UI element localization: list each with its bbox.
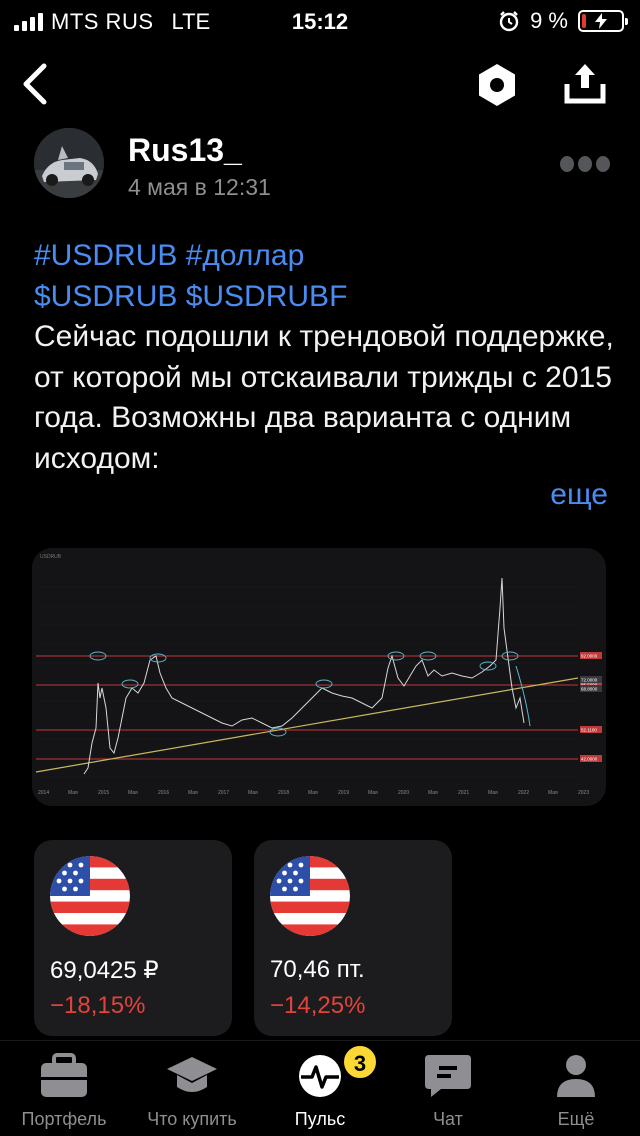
x-axis-label: 2022	[518, 790, 529, 796]
x-axis-label: 2016	[158, 790, 169, 796]
price-tag-text: 68.8000	[581, 687, 598, 692]
battery-fill	[582, 14, 586, 28]
post-tags-line2[interactable]: $USDRUB $USDRUBF	[34, 277, 614, 318]
chat-icon	[425, 1055, 471, 1097]
x-axis-label: 2020	[398, 790, 409, 796]
tab-label: Портфель	[21, 1109, 107, 1129]
dot-icon	[596, 156, 610, 172]
post-body: Сейчас подошли к трендовой поддержке, от…	[34, 320, 614, 475]
ticker-change: −18,15%	[50, 992, 146, 1019]
x-axis-label: Мая	[128, 790, 138, 796]
x-axis-label: 2015	[98, 790, 109, 796]
dot-icon	[560, 156, 574, 172]
alarm-icon	[499, 11, 519, 32]
back-button[interactable]	[18, 60, 58, 108]
ticker-change: −14,25%	[270, 992, 366, 1019]
x-axis-label: Мая	[368, 790, 378, 796]
post-tags-line1[interactable]: #USDRUB #доллар	[34, 236, 614, 277]
x-axis-label: 2018	[278, 790, 289, 796]
graduation-cap-icon	[167, 1057, 217, 1092]
tab-portfolio[interactable]: Портфель	[0, 1041, 128, 1136]
us-flag-icon	[50, 856, 130, 936]
x-axis-label: Мая	[428, 790, 438, 796]
tab-bar: Портфель Что купить Пульс Чат Ещё	[0, 1040, 640, 1136]
ticker-price: 69,0425 ₽	[50, 957, 159, 984]
author-name[interactable]: Rus13_	[128, 132, 242, 169]
dot-icon	[578, 156, 592, 172]
x-axis-label: 2014	[38, 790, 49, 796]
price-tag-text: 72.0000	[581, 678, 598, 683]
x-axis-label: Мая	[188, 790, 198, 796]
post-chart-image[interactable]: 92.000085.500072.000068.800052.110042.00…	[32, 548, 606, 806]
x-axis-label: 2017	[218, 790, 229, 796]
tab-label: Что купить	[147, 1109, 237, 1129]
tab-label: Пульс	[294, 1109, 346, 1129]
author-avatar[interactable]	[34, 128, 104, 198]
tab-chat[interactable]: Чат	[384, 1041, 512, 1136]
x-axis-label: Мая	[488, 790, 498, 796]
post-text: #USDRUB #доллар $USDRUB $USDRUBF Сейчас …	[34, 236, 614, 479]
tab-label: Ещё	[557, 1109, 595, 1129]
chart-header-text: USDRUB	[40, 554, 62, 560]
price-tag-text: 52.1100	[581, 728, 597, 733]
x-axis-label: Мая	[68, 790, 78, 796]
person-icon	[557, 1055, 595, 1097]
tab-more[interactable]: Ещё	[512, 1041, 640, 1136]
avatar-image	[34, 128, 104, 198]
x-axis-label: Мая	[308, 790, 318, 796]
status-right: 9 %	[498, 8, 628, 34]
us-flag-icon	[270, 856, 350, 936]
price-tag-text: 92.0000	[581, 654, 598, 659]
briefcase-icon	[41, 1053, 87, 1097]
x-axis-label: 2019	[338, 790, 349, 796]
pulse-notification-badge: 3	[342, 1044, 378, 1080]
status-bar: MTS RUS LTE 15:12 9 %	[0, 0, 640, 42]
x-axis-label: 2021	[458, 790, 469, 796]
tab-label: Чат	[433, 1109, 463, 1129]
show-more-link[interactable]: еще	[550, 478, 608, 512]
battery-icon	[578, 10, 628, 32]
post-date: 4 мая в 12:31	[128, 174, 271, 200]
x-axis-label: Мая	[548, 790, 558, 796]
hexagon-settings-icon	[479, 64, 515, 106]
share-icon	[564, 64, 606, 104]
x-axis-label: Мая	[248, 790, 258, 796]
chart-svg: 92.000085.500072.000068.800052.110042.00…	[32, 548, 606, 806]
ticker-price: 70,46 пт.	[270, 956, 365, 983]
charging-bolt-icon	[595, 13, 607, 29]
battery-percent: 9 %	[530, 8, 568, 33]
more-options-button[interactable]	[560, 156, 610, 172]
tab-what-to-buy[interactable]: Что купить	[128, 1041, 256, 1136]
price-tag-text: 42.0000	[581, 757, 598, 762]
ticker-card-usdrub[interactable]: 69,0425 ₽ −18,15%	[34, 840, 232, 1036]
x-axis-label: 2023	[578, 790, 589, 796]
ticker-card-usdrubf[interactable]: 70,46 пт. −14,25%	[254, 840, 452, 1036]
chevron-left-icon	[23, 63, 47, 105]
share-button[interactable]	[562, 60, 608, 106]
pulse-icon	[299, 1055, 341, 1097]
settings-button[interactable]	[474, 62, 520, 108]
